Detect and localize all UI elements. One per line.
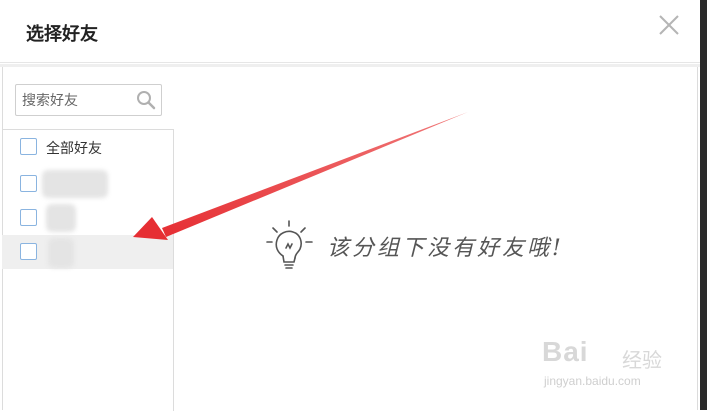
empty-state: 该分组下没有好友哦! [265, 218, 605, 278]
checkbox[interactable] [20, 138, 37, 155]
background-edge [700, 0, 707, 410]
watermark-brand: Bai [542, 336, 589, 367]
empty-message: 该分组下没有好友哦! [327, 236, 564, 261]
list-item-all-friends[interactable]: 全部好友 [2, 130, 173, 164]
close-icon [659, 15, 679, 35]
dialog-title: 选择好友 [26, 24, 98, 44]
search-icon[interactable] [136, 90, 156, 110]
blurred-name [42, 170, 108, 198]
checkbox[interactable] [20, 175, 37, 192]
close-button[interactable] [656, 12, 682, 38]
list-item-selected[interactable] [2, 235, 173, 269]
list-item[interactable] [2, 167, 173, 201]
friend-list: 全部好友 [2, 129, 174, 411]
lightbulb-icon [266, 220, 313, 269]
checkbox[interactable] [20, 243, 37, 260]
list-item[interactable] [2, 201, 173, 235]
dialog-header: 选择好友 [0, 0, 700, 63]
blurred-name [48, 238, 74, 268]
baidu-jingyan-watermark: Bai 经验 jingyan.baidu.com [540, 330, 670, 400]
checkbox[interactable] [20, 209, 37, 226]
watermark-url: jingyan.baidu.com [544, 374, 641, 388]
list-item-label: 全部好友 [46, 140, 102, 156]
select-friends-dialog: 选择好友 全部好友 [0, 0, 700, 411]
search-box[interactable] [15, 84, 162, 116]
search-input[interactable] [22, 89, 130, 111]
watermark-brand-cn: 经验 [622, 348, 662, 372]
blurred-name [46, 204, 76, 232]
